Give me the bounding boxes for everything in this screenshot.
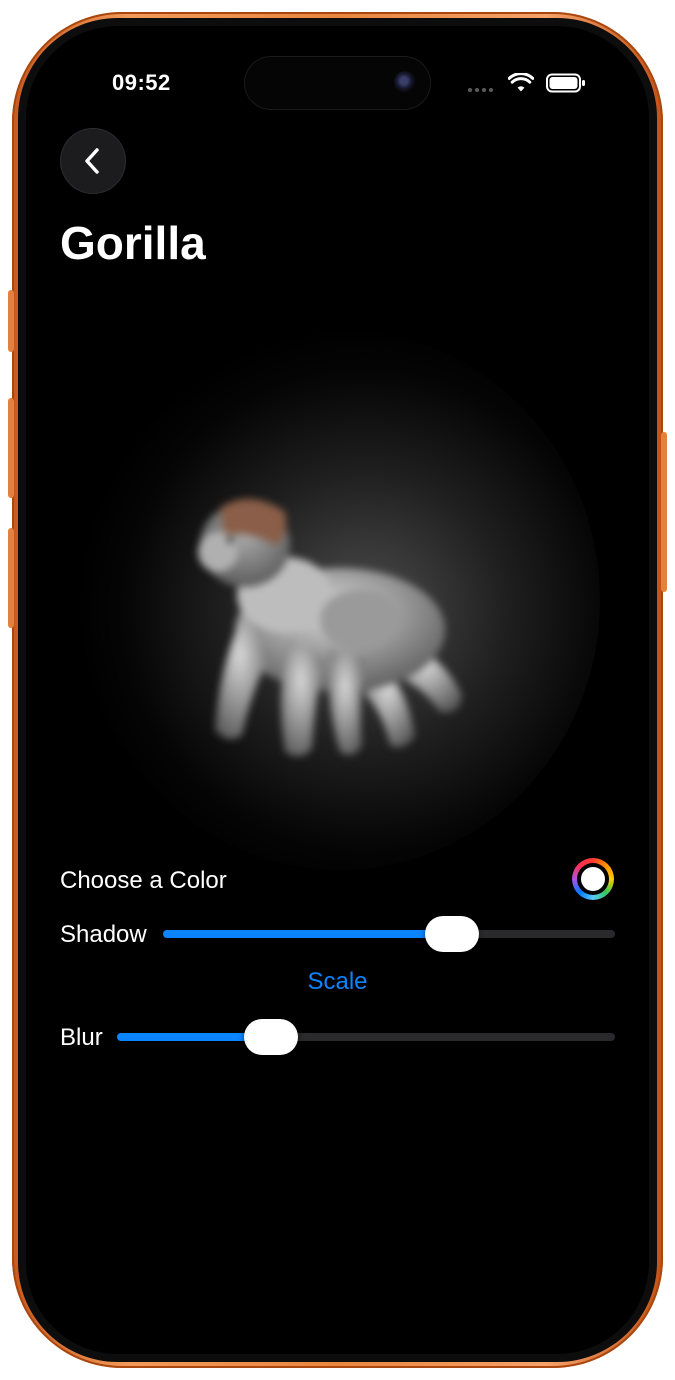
action-button	[8, 290, 14, 352]
volume-down-button	[8, 528, 14, 628]
chevron-left-icon	[85, 148, 99, 174]
choose-color-label: Choose a Color	[60, 867, 227, 894]
color-wheel-icon[interactable]	[572, 858, 614, 900]
wifi-icon	[508, 73, 534, 92]
blur-slider[interactable]	[117, 1019, 615, 1055]
cellular-signal-icon	[468, 88, 493, 92]
blur-slider-thumb[interactable]	[244, 1019, 299, 1055]
shadow-slider-fill	[163, 930, 453, 938]
power-button	[661, 432, 667, 592]
selected-color-swatch	[581, 867, 605, 891]
gorilla-image	[198, 498, 462, 757]
front-camera-icon	[394, 71, 416, 93]
scale-button[interactable]: Scale	[0, 968, 675, 996]
shadow-slider-thumb[interactable]	[425, 916, 480, 952]
shadow-slider[interactable]	[163, 916, 615, 952]
blur-label: Blur	[60, 1024, 103, 1051]
page-title: Gorilla	[60, 217, 206, 269]
battery-icon	[546, 73, 585, 93]
volume-up-button	[8, 398, 14, 498]
shadow-label: Shadow	[60, 921, 147, 948]
back-button[interactable]	[60, 128, 126, 194]
status-time: 09:52	[112, 70, 171, 95]
